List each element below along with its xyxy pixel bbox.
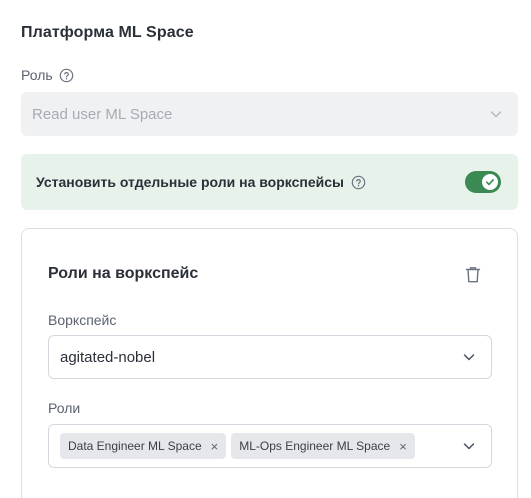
close-icon[interactable]: × — [211, 440, 219, 453]
workspace-roles-title: Роли на воркспейс — [48, 265, 199, 282]
workspace-select[interactable]: agitated-nobel — [48, 335, 492, 379]
role-field-label: Роль — [21, 67, 74, 83]
role-label-text: Роль — [21, 67, 53, 83]
close-icon[interactable]: × — [399, 440, 407, 453]
help-icon[interactable] — [351, 175, 366, 190]
roles-multiselect[interactable]: Data Engineer ML Space × ML-Ops Engineer… — [48, 424, 492, 468]
check-icon — [486, 179, 494, 186]
chevron-down-icon — [488, 106, 504, 122]
help-icon[interactable] — [59, 68, 74, 83]
roles-field-label: Роли — [48, 400, 80, 416]
chevron-down-icon — [461, 438, 477, 454]
role-chip-label: Data Engineer ML Space — [68, 439, 202, 453]
workspace-roles-card: Роли на воркспейс Воркспейс agitated-nob… — [21, 228, 518, 498]
section-title: Платформа ML Space — [21, 24, 194, 41]
separate-roles-toggle-row: Установить отдельные роли на воркспейсы — [21, 154, 518, 210]
role-chip: Data Engineer ML Space × — [60, 433, 227, 459]
workspace-select-value: agitated-nobel — [60, 348, 156, 366]
separate-roles-label: Установить отдельные роли на воркспейсы — [36, 174, 366, 190]
chevron-down-icon — [461, 349, 477, 365]
switch-knob — [482, 174, 498, 190]
role-select[interactable]: Read user ML Space — [21, 92, 518, 136]
workspace-field-label: Воркспейс — [48, 312, 116, 328]
workspace-label-text: Воркспейс — [48, 312, 117, 328]
role-chip: ML-Ops Engineer ML Space × — [231, 433, 415, 459]
role-chip-label: ML-Ops Engineer ML Space — [239, 439, 391, 453]
roles-label-text: Роли — [48, 400, 81, 416]
separate-roles-switch[interactable] — [465, 171, 501, 193]
separate-roles-label-text: Установить отдельные роли на воркспейсы — [36, 174, 344, 190]
trash-icon[interactable] — [463, 264, 483, 284]
role-select-value: Read user ML Space — [32, 105, 173, 123]
